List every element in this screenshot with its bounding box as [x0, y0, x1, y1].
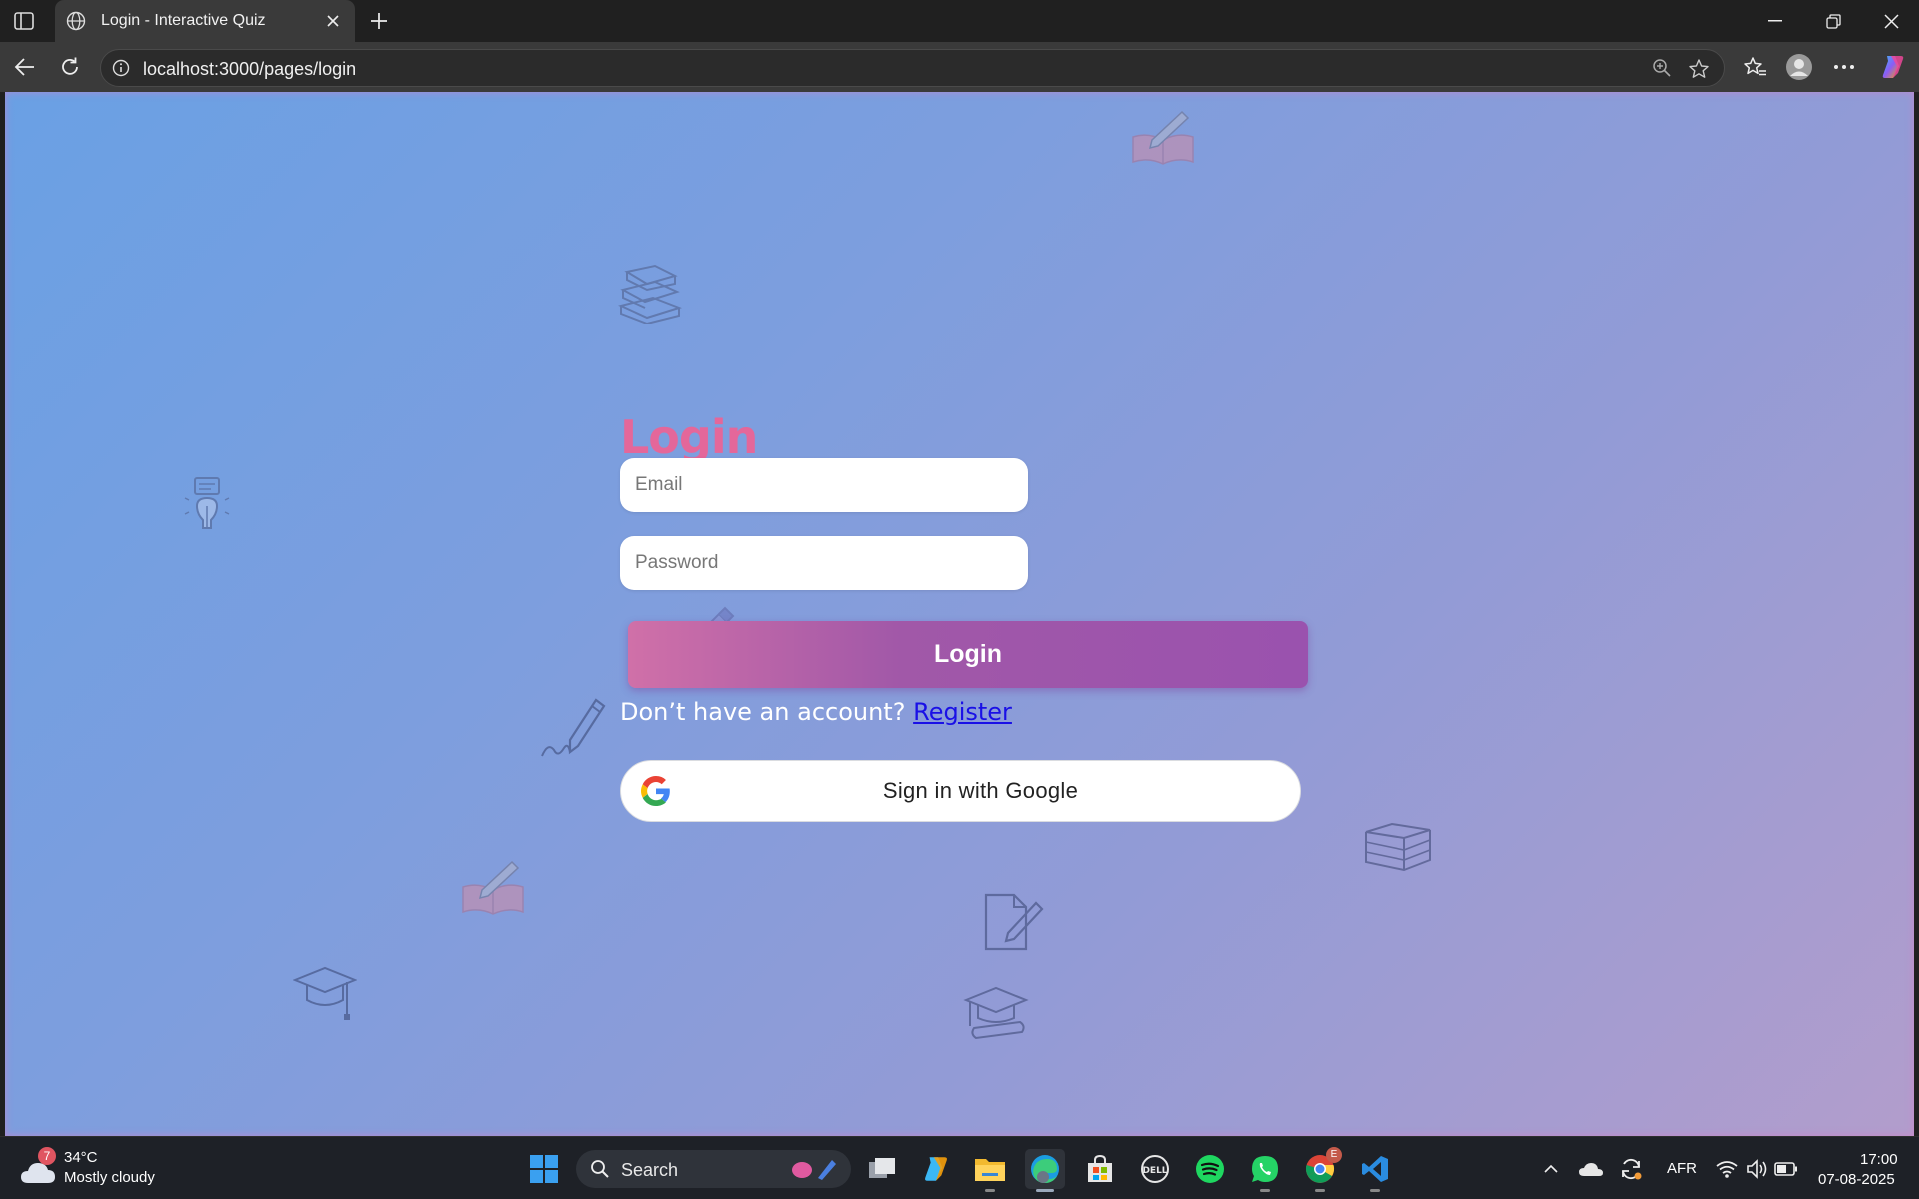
tab-title: Login - Interactive Quiz: [101, 12, 266, 29]
search-label: Search: [621, 1160, 679, 1180]
clock-time[interactable]: 17:00: [1860, 1151, 1898, 1168]
stacked-books-icon: [618, 264, 683, 324]
profile-avatar-icon[interactable]: [1784, 52, 1814, 82]
wifi-icon[interactable]: [1710, 1149, 1744, 1189]
onedrive-icon[interactable]: [1574, 1149, 1608, 1189]
browser-tab[interactable]: Login - Interactive Quiz: [55, 0, 355, 42]
running-indicator: [1370, 1189, 1380, 1192]
open-book-icon: [1132, 110, 1194, 165]
whatsapp-icon[interactable]: [1245, 1149, 1285, 1192]
search-icon: [591, 1160, 609, 1178]
address-bar[interactable]: localhost:3000/pages/login: [100, 49, 1725, 87]
running-indicator: [1315, 1189, 1325, 1192]
battery-icon[interactable]: [1769, 1149, 1803, 1189]
login-button[interactable]: Login: [628, 621, 1308, 688]
bookshelf-icon: [1365, 822, 1431, 872]
pen-signature-icon: [541, 698, 606, 757]
register-link[interactable]: Register: [913, 698, 1012, 726]
start-icon[interactable]: [524, 1149, 564, 1189]
copilot-icon[interactable]: [1878, 52, 1908, 82]
store-icon[interactable]: [1080, 1149, 1120, 1189]
clock-date[interactable]: 07-08-2025: [1818, 1171, 1895, 1188]
close-window-button[interactable]: [1862, 0, 1919, 42]
url-text: localhost:3000/pages/login: [143, 59, 357, 79]
open-book-icon: [462, 860, 524, 915]
more-options-icon[interactable]: [1829, 52, 1859, 82]
edge-icon[interactable]: [1025, 1149, 1065, 1192]
temperature: 34°C: [64, 1149, 98, 1166]
toolbar: localhost:3000/pages/login: [0, 42, 1919, 92]
zoom-icon[interactable]: [1652, 58, 1672, 83]
login-heading: Login: [620, 410, 758, 464]
running-indicator: [985, 1189, 995, 1192]
email-input[interactable]: [620, 458, 1028, 512]
language-indicator[interactable]: AFR: [1667, 1160, 1697, 1177]
weather-badge: 7: [38, 1147, 56, 1165]
file-explorer-icon[interactable]: [970, 1149, 1010, 1192]
tab-actions-icon[interactable]: [10, 8, 38, 34]
running-indicator: [1260, 1189, 1270, 1192]
chrome-profile-badge: E: [1326, 1147, 1342, 1163]
svg-text:DELL: DELL: [1142, 1166, 1167, 1176]
minimize-button[interactable]: [1746, 0, 1804, 42]
weather-widget[interactable]: 7 34°C Mostly cloudy: [20, 1147, 170, 1191]
dell-icon[interactable]: DELL: [1135, 1149, 1175, 1189]
favorites-icon[interactable]: [1740, 52, 1770, 82]
vscode-icon[interactable]: [1355, 1149, 1395, 1192]
restore-button[interactable]: [1804, 0, 1862, 42]
site-info-icon[interactable]: [111, 58, 131, 78]
graduation-cap-icon: [293, 966, 357, 1020]
sync-icon[interactable]: [1614, 1149, 1648, 1189]
chrome-icon[interactable]: E: [1300, 1147, 1342, 1192]
back-button[interactable]: [10, 52, 40, 82]
task-view-icon[interactable]: [862, 1149, 902, 1189]
lightbulb-icon: [184, 477, 230, 529]
graduation-cap-diploma-icon: [963, 986, 1029, 1040]
show-hidden-icons-chevron-icon[interactable]: [1534, 1149, 1568, 1189]
taskbar: 7 34°C Mostly cloudy Search DELL E AFR 1…: [0, 1136, 1919, 1199]
close-tab-icon[interactable]: [321, 9, 345, 33]
document-pen-icon: [984, 893, 1044, 951]
favorite-star-icon[interactable]: [1688, 58, 1710, 85]
copilot-app-icon[interactable]: [916, 1149, 956, 1189]
register-prompt: Don’t have an account? Register: [620, 698, 1012, 726]
no-account-text: Don’t have an account?: [620, 698, 906, 726]
google-logo-icon: [641, 776, 670, 806]
weather-condition: Mostly cloudy: [64, 1169, 155, 1186]
password-input[interactable]: [620, 536, 1028, 590]
tab-bar: Login - Interactive Quiz: [0, 0, 1919, 42]
page-viewport: Login Login Don’t have an account? Regis…: [5, 92, 1914, 1136]
google-signin-label: Sign in with Google: [882, 778, 1079, 803]
globe-icon: [65, 10, 87, 32]
taskbar-search[interactable]: Search: [576, 1150, 851, 1188]
google-signin-button[interactable]: Sign in with Google: [620, 760, 1301, 822]
refresh-button[interactable]: [55, 52, 85, 82]
search-highlight-icon: [792, 1160, 836, 1180]
spotify-icon[interactable]: [1190, 1149, 1230, 1189]
new-tab-button[interactable]: [364, 6, 394, 36]
active-indicator: [1036, 1189, 1054, 1192]
